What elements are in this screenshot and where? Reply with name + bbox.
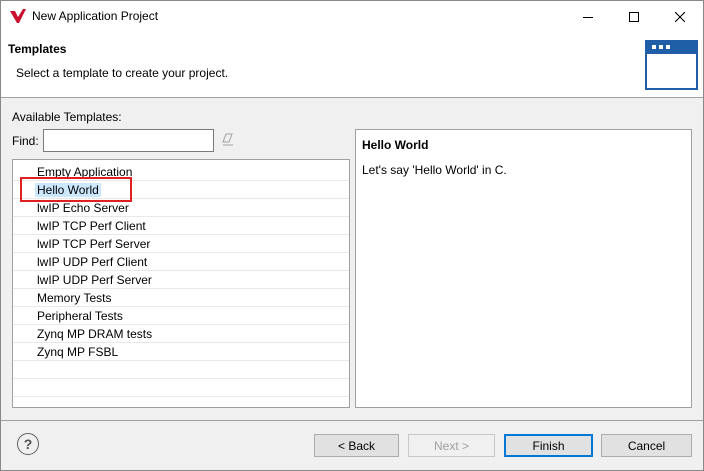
template-item-peripheral-tests[interactable]: Peripheral Tests [13, 307, 349, 325]
template-description-panel: Hello World Let's say 'Hello World' in C… [355, 129, 692, 408]
description-text: Let's say 'Hello World' in C. [362, 163, 507, 177]
template-item-lwip-udp-perf-server[interactable]: lwIP UDP Perf Server [13, 271, 349, 289]
cancel-button[interactable]: Cancel [601, 434, 692, 457]
list-item-label: lwIP UDP Perf Server [37, 273, 152, 287]
new-application-project-dialog: New Application Project Templates Select… [0, 0, 704, 471]
page-description: Select a template to create your project… [16, 66, 229, 80]
footer-divider [1, 420, 703, 421]
template-item-zynq-mp-fsbl[interactable]: Zynq MP FSBL [13, 343, 349, 361]
maximize-icon [629, 11, 639, 22]
description-title: Hello World [362, 138, 429, 152]
close-button[interactable] [657, 1, 703, 32]
find-label: Find: [12, 134, 39, 148]
app-logo-icon [10, 9, 26, 23]
help-button[interactable]: ? [17, 433, 39, 455]
wizard-header: Templates Select a template to create yo… [1, 32, 703, 98]
page-title: Templates [8, 42, 67, 56]
template-item-lwip-tcp-perf-server[interactable]: lwIP TCP Perf Server [13, 235, 349, 253]
list-item-label: Empty Application [37, 165, 133, 179]
title-bar: New Application Project [1, 1, 703, 32]
template-item-lwip-echo-server[interactable]: lwIP Echo Server [13, 199, 349, 217]
next-button[interactable]: Next > [408, 434, 495, 457]
finish-button[interactable]: Finish [504, 434, 593, 457]
list-item-label: lwIP TCP Perf Server [37, 237, 151, 251]
list-item-label: lwIP TCP Perf Client [37, 219, 146, 233]
template-item-empty-application[interactable]: Empty Application [13, 163, 349, 181]
template-item-lwip-tcp-perf-client[interactable]: lwIP TCP Perf Client [13, 217, 349, 235]
minimize-button[interactable] [565, 1, 611, 32]
minimize-icon [583, 16, 593, 18]
help-icon: ? [23, 436, 33, 452]
back-button[interactable]: < Back [314, 434, 399, 457]
list-item-label: lwIP Echo Server [37, 201, 129, 215]
list-item-label: Zynq MP FSBL [37, 345, 119, 359]
empty-list-row [13, 379, 349, 397]
wizard-banner-icon [645, 40, 698, 90]
template-list[interactable]: Empty Application Hello World lwIP Echo … [12, 159, 350, 408]
maximize-button[interactable] [611, 1, 657, 32]
template-item-lwip-udp-perf-client[interactable]: lwIP UDP Perf Client [13, 253, 349, 271]
template-item-zynq-mp-dram-tests[interactable]: Zynq MP DRAM tests [13, 325, 349, 343]
list-item-label: Memory Tests [37, 291, 112, 305]
list-item-label: Hello World [35, 183, 101, 197]
empty-list-row [13, 361, 349, 379]
close-icon [675, 11, 685, 22]
clear-filter-icon[interactable] [220, 132, 236, 148]
available-templates-label: Available Templates: [12, 110, 122, 124]
list-item-label: lwIP UDP Perf Client [37, 255, 148, 269]
template-item-hello-world[interactable]: Hello World [13, 181, 349, 199]
find-input[interactable] [43, 129, 214, 152]
list-item-label: Peripheral Tests [37, 309, 123, 323]
window-title: New Application Project [32, 9, 159, 23]
list-item-label: Zynq MP DRAM tests [37, 327, 153, 341]
template-item-memory-tests[interactable]: Memory Tests [13, 289, 349, 307]
